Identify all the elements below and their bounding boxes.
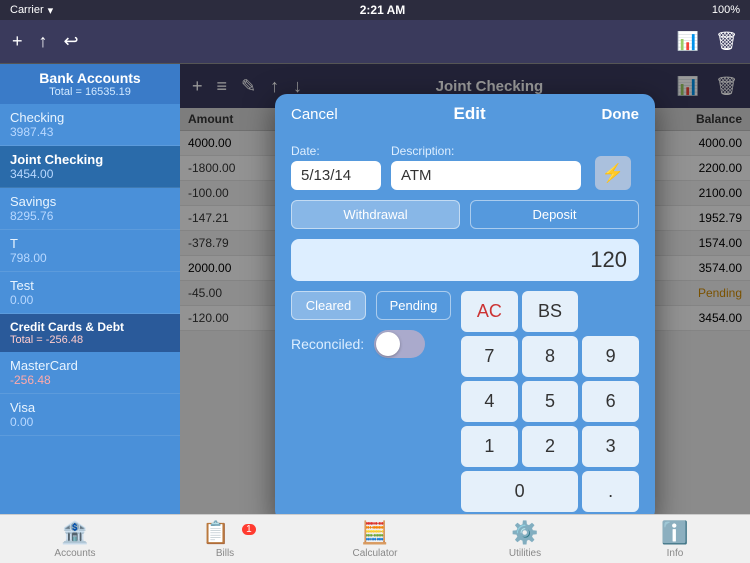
decimal-button[interactable]: . — [582, 471, 639, 512]
accounts-header: Bank Accounts Total = 16535.19 — [0, 64, 180, 104]
bills-tab-badge: 1 — [242, 524, 256, 535]
delete-icon[interactable]: 🗑 — [715, 31, 738, 52]
date-label: Date: — [291, 144, 381, 158]
utilities-tab-label: Utilities — [509, 548, 541, 559]
description-input[interactable] — [391, 161, 581, 190]
bank-account-test[interactable]: Test 0.00 — [0, 272, 180, 314]
accounts-tab-icon: 🏦 — [61, 520, 88, 546]
modal-overlay: Cancel Edit Done Date: Description: — [180, 64, 750, 514]
modal-header: Cancel Edit Done — [275, 94, 655, 134]
chart-icon[interactable]: 📊 — [677, 31, 699, 52]
bank-account-joint-checking[interactable]: Joint Checking 3454.00 — [0, 146, 180, 188]
cleared-button[interactable]: Cleared — [291, 291, 366, 320]
credit-section-header: Credit Cards & Debt Total = -256.48 — [0, 314, 180, 352]
edit-modal: Cancel Edit Done Date: Description: — [275, 94, 655, 514]
ac-button[interactable]: AC — [461, 291, 518, 332]
num6-button[interactable]: 6 — [582, 381, 639, 422]
tab-bills[interactable]: 📋 1 Bills — [150, 520, 300, 559]
lightning-icon: ⚡ — [602, 163, 624, 184]
modal-title: Edit — [454, 104, 486, 124]
tab-accounts[interactable]: 🏦 Accounts — [0, 520, 150, 559]
bank-account-savings[interactable]: Savings 8295.76 — [0, 188, 180, 230]
done-button[interactable]: Done — [602, 106, 640, 123]
num2-button[interactable]: 2 — [522, 426, 579, 467]
content-area: Bank Accounts Total = 16535.19 Checking … — [0, 64, 750, 514]
num7-button[interactable]: 7 — [461, 336, 518, 377]
redo-icon[interactable]: ↩ — [64, 31, 79, 52]
tab-calculator[interactable]: 🧮 Calculator — [300, 520, 450, 559]
pending-button[interactable]: Pending — [376, 291, 451, 320]
date-field-group: Date: — [291, 144, 381, 190]
num0-button[interactable]: 0 — [461, 471, 578, 512]
cleared-pending-row: Cleared Pending — [291, 291, 451, 320]
withdrawal-button[interactable]: Withdrawal — [291, 200, 460, 229]
num8-button[interactable]: 8 — [522, 336, 579, 377]
tab-info[interactable]: ℹ️ Info — [600, 520, 750, 559]
toolbar-left: + ↑ ↩ — [12, 31, 79, 52]
bs-button[interactable]: BS — [522, 291, 579, 332]
add-icon[interactable]: + — [12, 31, 23, 52]
status-numpad-row: Cleared Pending Reconciled: — [291, 291, 639, 512]
left-controls: Cleared Pending Reconciled: — [291, 291, 451, 512]
deposit-button[interactable]: Deposit — [470, 200, 639, 229]
numpad: AC BS 7 8 9 4 5 6 1 2 — [461, 291, 639, 512]
accounts-tab-label: Accounts — [54, 548, 95, 559]
credit-account-visa[interactable]: Visa 0.00 — [0, 394, 180, 436]
desc-field-group: Description: — [391, 144, 581, 190]
carrier-label: Carrier — [10, 4, 44, 16]
num1-button[interactable]: 1 — [461, 426, 518, 467]
modal-body: Date: Description: ⚡ — [275, 134, 655, 514]
app-container: + ↑ ↩ 📊 🗑 Bank Accounts Total = 16535.19… — [0, 20, 750, 563]
bills-icon-wrapper: 📋 1 — [202, 520, 247, 546]
toolbar-right: 📊 🗑 — [677, 31, 738, 52]
battery-label: 100% — [712, 4, 740, 16]
bank-account-t[interactable]: T 798.00 — [0, 230, 180, 272]
lightning-button[interactable]: ⚡ — [595, 156, 631, 190]
tab-utilities[interactable]: ⚙️ Utilities — [450, 520, 600, 559]
export-icon[interactable]: ↑ — [39, 31, 48, 52]
calculator-tab-icon: 🧮 — [361, 520, 388, 546]
toggle-knob — [376, 332, 400, 356]
bank-account-checking[interactable]: Checking 3987.43 — [0, 104, 180, 146]
num9-button[interactable]: 9 — [582, 336, 639, 377]
status-bar: Carrier ▾ 2:21 AM 100% — [0, 0, 750, 20]
date-input[interactable] — [291, 161, 381, 190]
wifi-icon: ▾ — [48, 4, 54, 17]
calculator-tab-label: Calculator — [352, 548, 397, 559]
reconciled-row: Reconciled: — [291, 330, 451, 358]
info-tab-icon: ℹ️ — [661, 520, 688, 546]
bank-accounts-total: Total = 16535.19 — [10, 86, 170, 98]
status-time: 2:21 AM — [360, 3, 406, 17]
num4-button[interactable]: 4 — [461, 381, 518, 422]
reconciled-toggle[interactable] — [374, 330, 425, 358]
num3-button[interactable]: 3 — [582, 426, 639, 467]
reconciled-label: Reconciled: — [291, 336, 364, 352]
bank-accounts-title: Bank Accounts — [10, 70, 170, 86]
num5-button[interactable]: 5 — [522, 381, 579, 422]
info-tab-label: Info — [667, 548, 684, 559]
tab-bar: 🏦 Accounts 📋 1 Bills 🧮 Calculator ⚙️ Uti… — [0, 514, 750, 563]
transactions-panel: + ≡ ✎ ↑ ↓ Joint Checking 📊 🗑 Amount — [180, 64, 750, 514]
credit-account-mastercard[interactable]: MasterCard -256.48 — [0, 352, 180, 394]
accounts-panel: Bank Accounts Total = 16535.19 Checking … — [0, 64, 180, 514]
bills-tab-label: Bills — [216, 548, 234, 559]
status-right: 100% — [712, 4, 740, 16]
main-toolbar: + ↑ ↩ 📊 🗑 — [0, 20, 750, 64]
amount-display: 120 — [291, 239, 639, 281]
status-left: Carrier ▾ — [10, 4, 53, 17]
cancel-button[interactable]: Cancel — [291, 106, 338, 123]
withdrawal-deposit-row: Withdrawal Deposit — [291, 200, 639, 229]
date-desc-row: Date: Description: ⚡ — [291, 144, 639, 190]
description-label: Description: — [391, 144, 581, 158]
utilities-tab-icon: ⚙️ — [511, 520, 538, 546]
bills-tab-icon: 📋 — [202, 520, 229, 545]
